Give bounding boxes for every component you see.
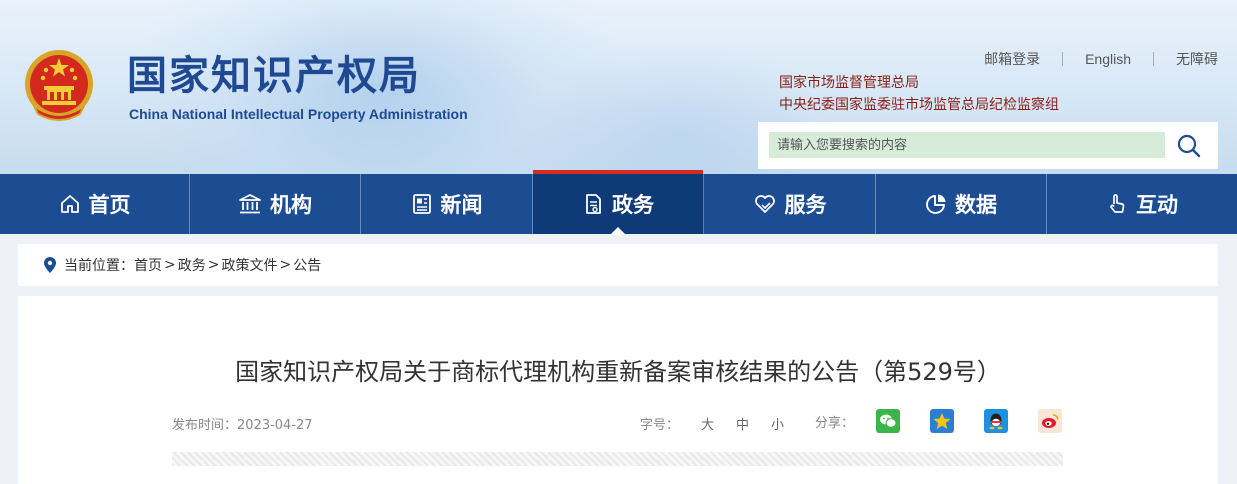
mail-login-link[interactable]: 邮箱登录 (984, 49, 1040, 69)
main-nav: 首页 机构 新闻 政务 服务 数据 互动 (0, 170, 1237, 235)
pie-chart-icon (926, 194, 946, 214)
national-emblem-icon (25, 50, 93, 121)
nav-item-label: 新闻 (440, 193, 483, 217)
share-label: 分享： (815, 415, 855, 431)
site-header: 国家知识产权局 China National Intellectual Prop… (0, 0, 1237, 174)
font-size-label: 字号： (640, 418, 680, 433)
breadcrumb-separator: > (207, 257, 220, 273)
breadcrumb-label: 当前位置： (64, 258, 134, 274)
nav-item-label: 首页 (88, 193, 131, 217)
inspection-group-link[interactable]: 中央纪委国家监委驻市场监管总局纪检监察组 (779, 94, 1059, 114)
publish-info: 发布时间：2023-04-27 (172, 414, 313, 433)
site-logo-title[interactable]: 国家知识产权局 (127, 50, 421, 102)
nav-item-services[interactable]: 服务 (704, 174, 876, 234)
breadcrumb: 当前位置： 首页 > 政务 > 政策文件 > 公告 (18, 244, 1218, 286)
search-input[interactable] (769, 132, 1165, 158)
nav-item-label: 机构 (270, 193, 312, 217)
divider (1153, 52, 1154, 66)
nav-item-label: 数据 (955, 193, 997, 217)
home-icon (60, 195, 79, 213)
font-size-control: 字号： 大 中 小 (640, 414, 806, 433)
document-icon (586, 194, 601, 214)
wechat-icon[interactable] (876, 409, 901, 433)
search-box (758, 122, 1218, 169)
publish-date: 2023-04-27 (237, 418, 313, 433)
article-panel: 国家知识产权局关于商标代理机构重新备案审核结果的公告（第529号） 发布时间：2… (18, 296, 1218, 484)
nav-item-interaction[interactable]: 互动 (1047, 174, 1237, 234)
article-title: 国家知识产权局关于商标代理机构重新备案审核结果的公告（第529号） (235, 358, 1001, 386)
divider (1062, 52, 1064, 66)
nav-item-label: 政务 (612, 193, 654, 217)
nav-item-data[interactable]: 数据 (876, 174, 1047, 234)
breadcrumb-home[interactable]: 首页 (134, 255, 162, 275)
breadcrumb-separator: > (279, 257, 292, 273)
english-link[interactable]: English (1085, 51, 1131, 67)
breadcrumb-announcement[interactable]: 公告 (293, 255, 321, 275)
nav-item-home[interactable]: 首页 (0, 174, 190, 234)
weibo-icon[interactable] (1038, 409, 1063, 433)
font-size-large[interactable]: 大 (701, 414, 714, 433)
accessibility-link[interactable]: 无障碍 (1176, 49, 1218, 69)
breadcrumb-policy-documents[interactable]: 政策文件 (221, 255, 277, 275)
samr-link[interactable]: 国家市场监督管理总局 (779, 72, 919, 92)
qq-icon[interactable] (984, 409, 1009, 433)
font-size-small[interactable]: 小 (771, 414, 784, 433)
nav-item-government-affairs[interactable]: 政务 (533, 170, 704, 235)
site-logo-subtitle[interactable]: China National Intellectual Property Adm… (129, 106, 468, 122)
top-links: 邮箱登录 English 无障碍 (984, 49, 1218, 69)
divider-stripe (172, 452, 1063, 466)
nav-item-news[interactable]: 新闻 (361, 174, 533, 234)
nav-item-institution[interactable]: 机构 (190, 174, 361, 234)
search-icon[interactable] (1176, 133, 1202, 159)
hand-pointer-icon (1110, 194, 1125, 213)
nav-item-label: 互动 (1136, 193, 1178, 217)
news-icon (412, 194, 431, 214)
qzone-icon[interactable] (930, 409, 955, 433)
institution-icon (239, 194, 261, 214)
breadcrumb-government-affairs[interactable]: 政务 (178, 255, 206, 275)
heart-hand-icon (754, 195, 775, 213)
nav-item-label: 服务 (784, 193, 827, 217)
font-size-medium[interactable]: 中 (736, 414, 749, 433)
location-pin-icon (44, 257, 56, 273)
publish-label: 发布时间： (172, 418, 238, 433)
breadcrumb-separator: > (164, 257, 176, 273)
share-bar: 分享： (815, 409, 1092, 433)
